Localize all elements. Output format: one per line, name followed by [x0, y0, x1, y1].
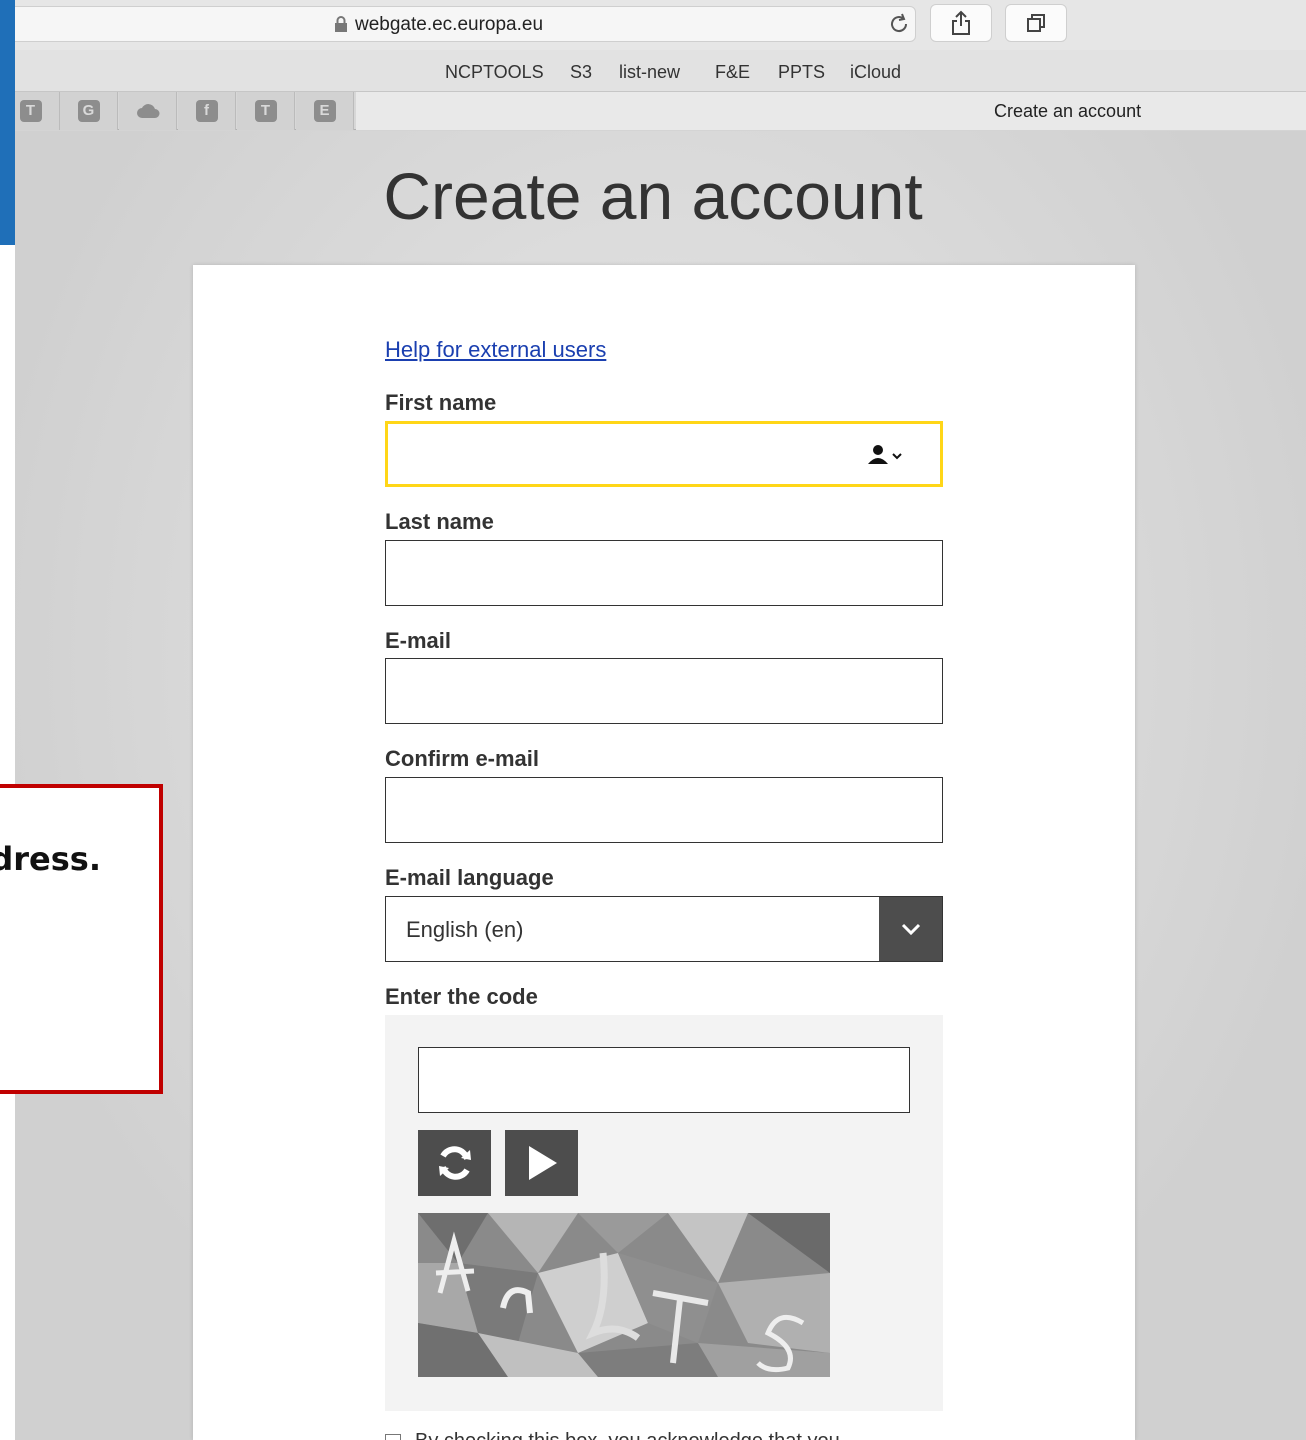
tabs-icon: [1027, 14, 1045, 32]
favorite-icloud[interactable]: iCloud: [850, 62, 901, 83]
email-language-value: English (en): [406, 917, 524, 942]
captcha-input[interactable]: [418, 1047, 910, 1113]
tabs-overview-button[interactable]: [1005, 4, 1067, 42]
reload-icon[interactable]: [886, 11, 912, 37]
confirm-email-label: Confirm e-mail: [385, 746, 540, 771]
favorite-ppts[interactable]: PPTS: [778, 62, 825, 83]
email-label: E-mail: [385, 628, 452, 653]
t-letter-icon: T: [19, 100, 42, 122]
favorites-bar: NCPTOOLS S3 list-new F&E PPTS iCloud: [0, 50, 1306, 92]
g-letter-icon: G: [77, 100, 100, 122]
first-name-input[interactable]: [385, 421, 943, 487]
share-icon: [952, 10, 970, 35]
captcha-image: [418, 1213, 830, 1377]
pinned-tab-5[interactable]: T: [237, 92, 295, 130]
t-letter-icon: T: [254, 100, 277, 122]
email-language-dropdown-button[interactable]: [879, 897, 942, 961]
contact-autofill-icon[interactable]: [866, 444, 906, 466]
favorite-list-new[interactable]: list-new: [619, 62, 680, 83]
terms-checkbox-text: By checking this box, you acknowledge th…: [415, 1430, 840, 1440]
pinned-tab-6[interactable]: E: [296, 92, 354, 130]
cloud-icon: [137, 104, 160, 118]
play-icon: [528, 1146, 557, 1180]
email-language-label: E-mail language: [385, 865, 554, 890]
captcha-label: Enter the code: [385, 984, 538, 1009]
help-external-users-link[interactable]: Help for external users: [385, 337, 606, 363]
first-name-label: First name: [385, 390, 497, 415]
last-name-label: Last name: [385, 509, 494, 534]
browser-toolbar: webgate.ec.europa.eu: [0, 0, 1306, 50]
last-name-input[interactable]: [385, 540, 943, 606]
terms-checkbox[interactable]: [385, 1433, 401, 1440]
captcha-audio-play-button[interactable]: [505, 1130, 578, 1196]
chevron-down-icon: [901, 923, 920, 936]
pinned-tab-3[interactable]: [119, 92, 177, 130]
facebook-icon: f: [195, 100, 218, 122]
terms-checkbox-row[interactable]: By checking this box, you acknowledge th…: [385, 1430, 840, 1440]
captcha-refresh-button[interactable]: [418, 1130, 491, 1196]
annotation-callout: dress.: [0, 784, 163, 1094]
e-letter-icon: E: [313, 100, 336, 122]
favorite-fe[interactable]: F&E: [715, 62, 750, 83]
email-language-select[interactable]: English (en): [385, 896, 943, 962]
url-text[interactable]: webgate.ec.europa.eu: [355, 14, 543, 36]
confirm-email-input[interactable]: [385, 777, 943, 843]
email-input[interactable]: [385, 658, 943, 724]
active-tab-title: Create an account: [994, 101, 1142, 121]
lock-icon: [335, 16, 347, 32]
pinned-tab-4[interactable]: f: [178, 92, 236, 130]
page-title: Create an account: [383, 159, 923, 233]
pinned-tab-2[interactable]: G: [60, 92, 118, 130]
favorite-ncptools[interactable]: NCPTOOLS: [445, 62, 544, 83]
share-button[interactable]: [930, 4, 992, 42]
tab-create-account[interactable]: [356, 92, 1306, 130]
favorite-s3[interactable]: S3: [570, 62, 592, 83]
callout-text: dress.: [0, 840, 101, 878]
refresh-icon: [438, 1146, 471, 1180]
